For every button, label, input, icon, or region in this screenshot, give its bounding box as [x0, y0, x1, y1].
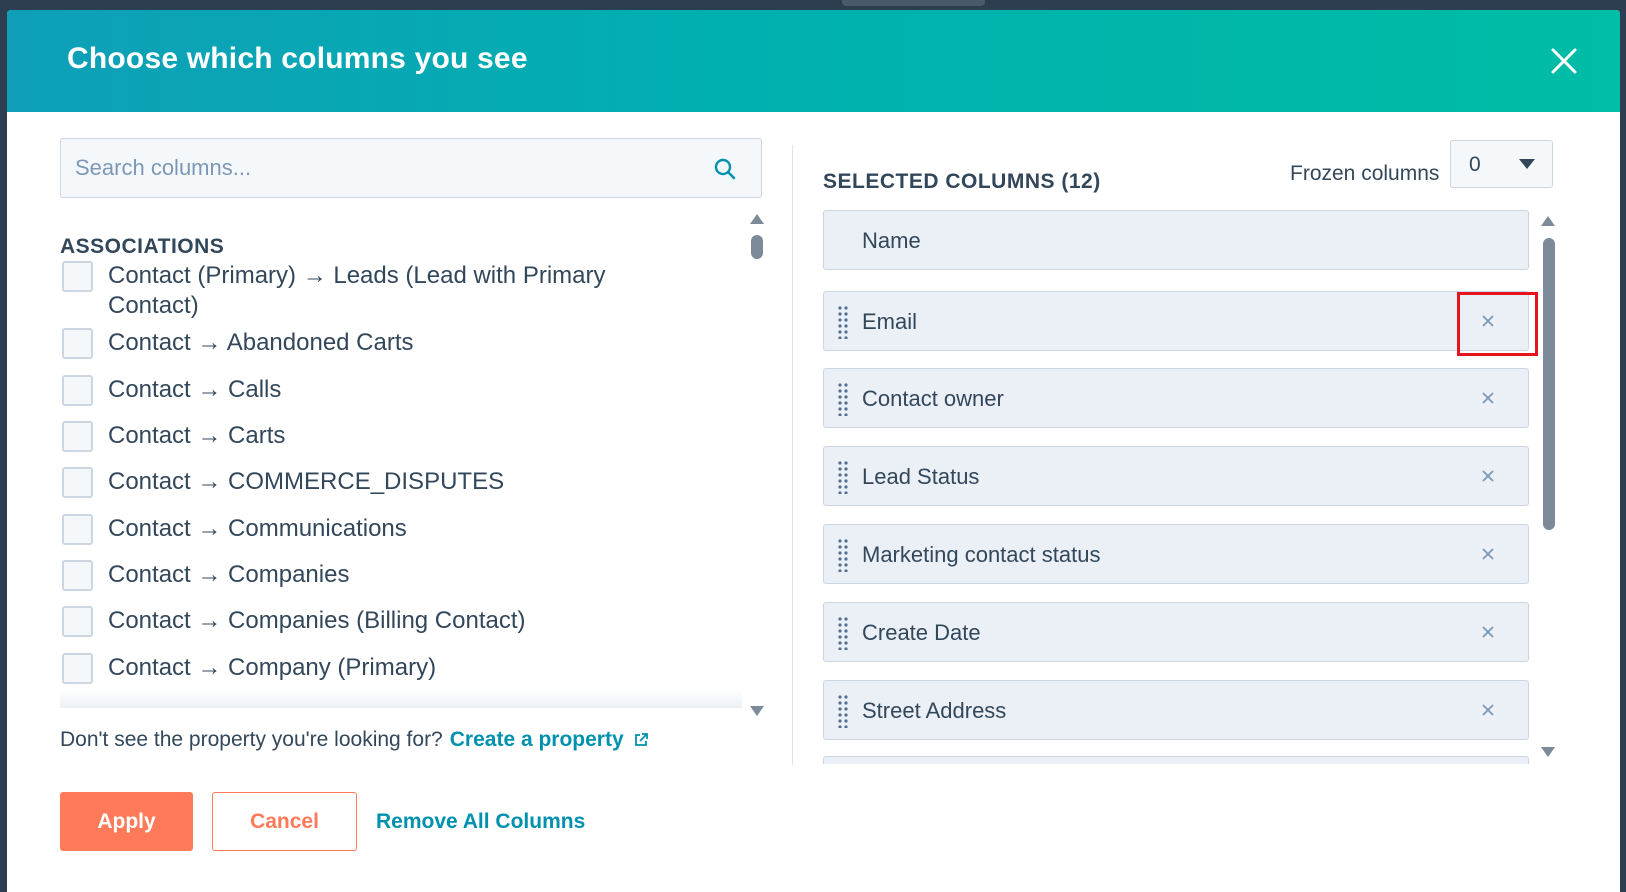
- list-item-label: Contact → Calls: [108, 376, 282, 403]
- list-item: Contact → Carts: [60, 421, 700, 452]
- list-item-label: Contact → Carts: [108, 422, 286, 449]
- column-label: Lead Status: [862, 464, 980, 489]
- remove-all-columns-link[interactable]: Remove All Columns: [376, 810, 585, 834]
- selected-column-item[interactable]: Marketing contact status: [823, 524, 1529, 584]
- search-icon[interactable]: [713, 157, 737, 181]
- list-item-label: Contact → Company (Primary): [108, 654, 437, 681]
- column-label: Create Date: [862, 620, 981, 645]
- selected-columns-heading: SELECTED COLUMNS (12): [823, 170, 1101, 193]
- drag-handle-icon[interactable]: [836, 616, 850, 650]
- list-item-label: Contact (Primary) → Leads (Lead with Pri…: [108, 262, 606, 319]
- list-item: Contact → Calls: [60, 375, 700, 406]
- frozen-columns-value: 0: [1469, 153, 1481, 176]
- frozen-columns-label: Frozen columns: [1290, 162, 1440, 185]
- associations-list: ASSOCIATIONS Contact (Primary) → Leads (…: [60, 210, 742, 708]
- checkbox[interactable]: [62, 514, 93, 545]
- scroll-up-arrow-icon[interactable]: [750, 214, 764, 224]
- list-item: Contact → Company (Primary): [60, 653, 700, 684]
- remove-icon[interactable]: [1480, 468, 1496, 484]
- selected-column-item[interactable]: Contact owner: [823, 368, 1529, 428]
- panel-divider: [792, 145, 793, 765]
- list-item-label: Contact → Communications: [108, 515, 407, 542]
- right-scrollbar-thumb[interactable]: [1543, 238, 1555, 530]
- drag-handle-icon[interactable]: [836, 460, 850, 494]
- checkbox[interactable]: [62, 328, 93, 359]
- column-label: Street Address: [862, 698, 1007, 723]
- column-label: Contact owner: [862, 386, 1004, 411]
- scroll-down-arrow-icon[interactable]: [1541, 747, 1555, 757]
- list-item: Contact (Primary) → Leads (Lead with Pri…: [60, 261, 700, 321]
- selected-column-item-partial: [823, 756, 1529, 764]
- external-link-icon[interactable]: [633, 732, 649, 748]
- selected-column-item[interactable]: Street Address: [823, 680, 1529, 740]
- selected-columns-list: Name Email Contact owner Lead Status Mar…: [823, 210, 1529, 764]
- column-label: Email: [862, 309, 918, 334]
- list-item: Contact → COMMERCE_DISPUTES: [60, 467, 700, 498]
- help-text: Don't see the property you're looking fo…: [60, 728, 443, 751]
- scroll-down-arrow-icon[interactable]: [750, 706, 764, 716]
- help-row: Don't see the property you're looking fo…: [60, 728, 649, 752]
- list-item: Contact → Communications: [60, 514, 700, 545]
- remove-icon[interactable]: [1480, 546, 1496, 562]
- list-item: Contact → Companies (Billing Contact): [60, 606, 700, 637]
- list-item-label: Contact → Companies (Billing Contact): [108, 607, 526, 634]
- modal-title: Choose which columns you see: [67, 42, 528, 75]
- remove-icon[interactable]: [1480, 624, 1496, 640]
- drag-handle-icon[interactable]: [836, 305, 850, 339]
- search-input[interactable]: [61, 139, 701, 197]
- list-item: Contact → Abandoned Carts: [60, 328, 700, 359]
- left-scrollbar-thumb[interactable]: [751, 235, 763, 259]
- close-icon[interactable]: [1547, 44, 1581, 78]
- remove-icon[interactable]: [1480, 702, 1496, 718]
- selected-column-item[interactable]: Lead Status: [823, 446, 1529, 506]
- drag-handle-icon[interactable]: [836, 538, 850, 572]
- checkbox[interactable]: [62, 467, 93, 498]
- checkbox[interactable]: [62, 375, 93, 406]
- remove-icon[interactable]: [1480, 313, 1496, 329]
- frozen-columns-select[interactable]: 0: [1450, 140, 1553, 188]
- background-tab: [842, 0, 985, 6]
- list-item-label: Contact → Abandoned Carts: [108, 329, 414, 356]
- cancel-button[interactable]: Cancel: [212, 792, 357, 851]
- checkbox[interactable]: [62, 606, 93, 637]
- list-item: Contact → Companies: [60, 560, 700, 591]
- drag-handle-icon[interactable]: [836, 382, 850, 416]
- drag-handle-icon[interactable]: [836, 694, 850, 728]
- checkbox[interactable]: [62, 653, 93, 684]
- checkbox[interactable]: [62, 560, 93, 591]
- associations-heading: ASSOCIATIONS: [60, 235, 225, 258]
- caret-down-icon: [1519, 159, 1535, 169]
- column-label: Marketing contact status: [862, 542, 1101, 567]
- create-property-link[interactable]: Create a property: [450, 728, 624, 752]
- checkbox[interactable]: [62, 421, 93, 452]
- selected-column-item[interactable]: Email: [823, 291, 1529, 351]
- scroll-up-arrow-icon[interactable]: [1541, 216, 1555, 226]
- list-item-label: Contact → Companies: [108, 561, 350, 588]
- remove-icon[interactable]: [1480, 390, 1496, 406]
- modal-header: Choose which columns you see: [7, 10, 1620, 112]
- checkbox[interactable]: [62, 261, 93, 292]
- selected-column-item: Name: [823, 210, 1529, 270]
- list-fade: [60, 690, 742, 708]
- selected-column-item[interactable]: Create Date: [823, 602, 1529, 662]
- search-box: [60, 138, 762, 198]
- column-label: Name: [862, 228, 921, 253]
- list-item-label: Contact → COMMERCE_DISPUTES: [108, 468, 505, 495]
- apply-button[interactable]: Apply: [60, 792, 193, 851]
